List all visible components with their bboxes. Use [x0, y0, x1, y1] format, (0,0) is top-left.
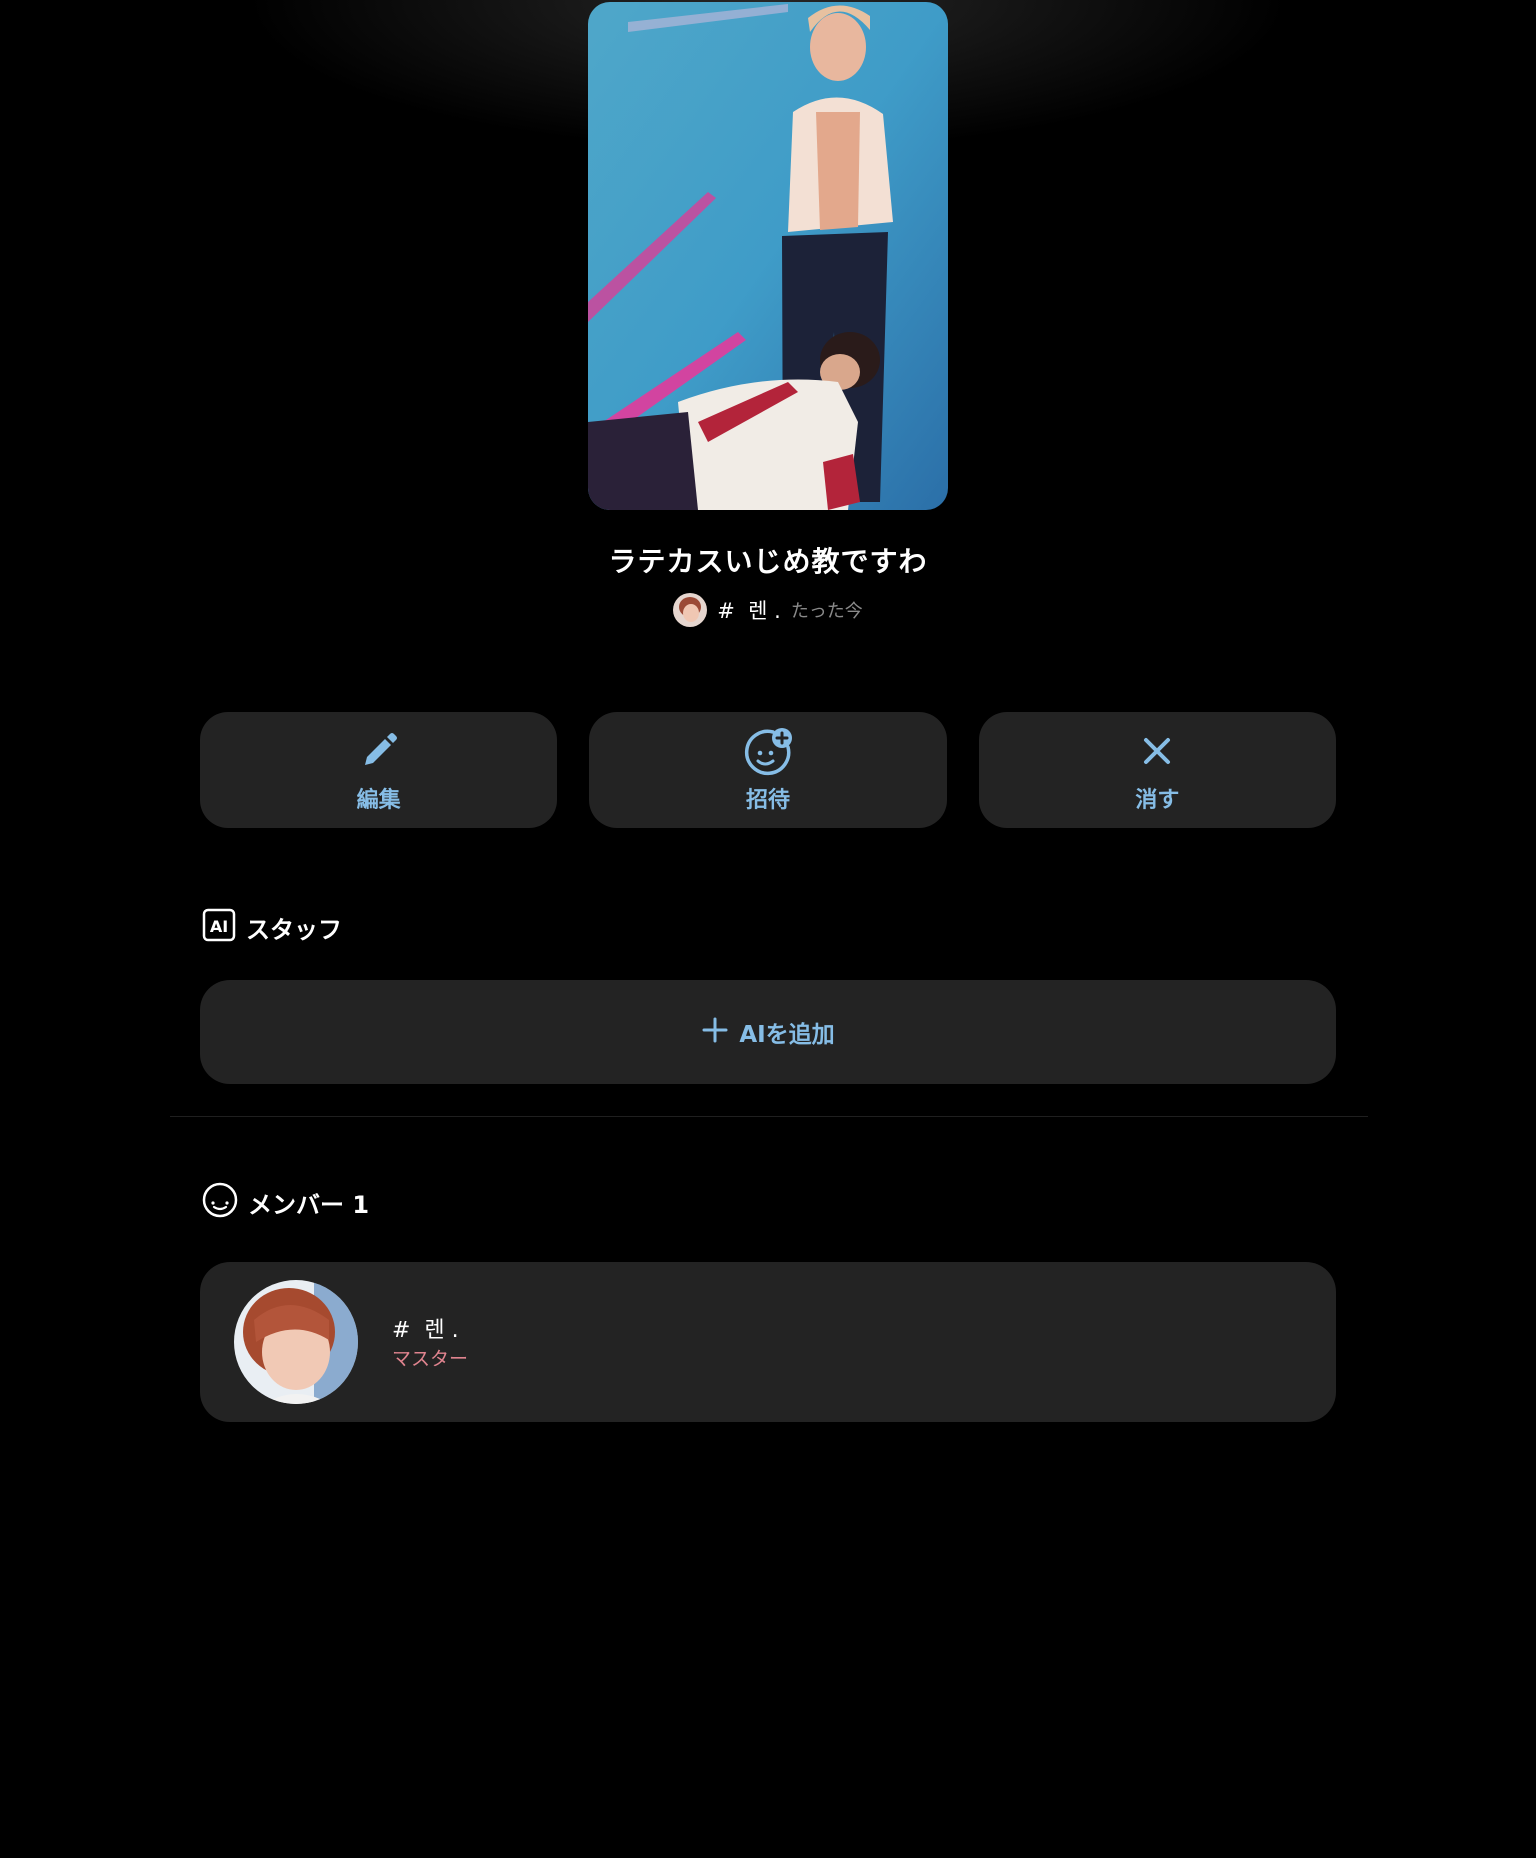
delete-button[interactable]: 消す — [978, 712, 1336, 828]
room-meta: # 렌 . たった今 — [0, 592, 1536, 628]
staff-section-title: スタッフ — [246, 915, 342, 944]
member-list-item[interactable]: # 렌 . マスター — [200, 1262, 1336, 1422]
room-timestamp: たった今 — [790, 601, 863, 622]
action-bar: 編集 招待 消す — [200, 712, 1336, 828]
member-role: マスター — [392, 1348, 469, 1370]
member-section-header: メンバー 1 — [202, 1182, 369, 1222]
plus-icon — [701, 1016, 729, 1048]
edit-label: 編集 — [356, 788, 401, 813]
room-title: ラテカスいじめ教ですわ — [608, 545, 928, 578]
smile-face-icon — [202, 1182, 238, 1222]
owner-name[interactable]: # 렌 . — [717, 595, 781, 625]
owner-avatar[interactable] — [673, 593, 708, 627]
close-icon — [1132, 726, 1182, 776]
invite-button[interactable]: 招待 — [589, 712, 947, 828]
member-section-title: メンバー 1 — [248, 1190, 370, 1219]
member-avatar[interactable] — [234, 1280, 358, 1404]
invite-label: 招待 — [745, 788, 790, 813]
add-ai-label: AIを追加 — [739, 1022, 835, 1048]
invite-person-plus-icon — [743, 726, 793, 776]
member-name: # 렌 . — [392, 1318, 459, 1343]
ai-badge-icon: AI — [202, 908, 236, 946]
ai-badge-text: AI — [210, 917, 228, 936]
delete-label: 消す — [1135, 788, 1180, 813]
pencil-icon — [354, 726, 404, 776]
section-divider — [170, 1116, 1368, 1117]
staff-section-header: AI スタッフ — [202, 907, 342, 947]
edit-button[interactable]: 編集 — [200, 712, 558, 828]
add-ai-button[interactable]: AIを追加 — [200, 980, 1336, 1084]
room-cover-image[interactable] — [588, 2, 948, 510]
